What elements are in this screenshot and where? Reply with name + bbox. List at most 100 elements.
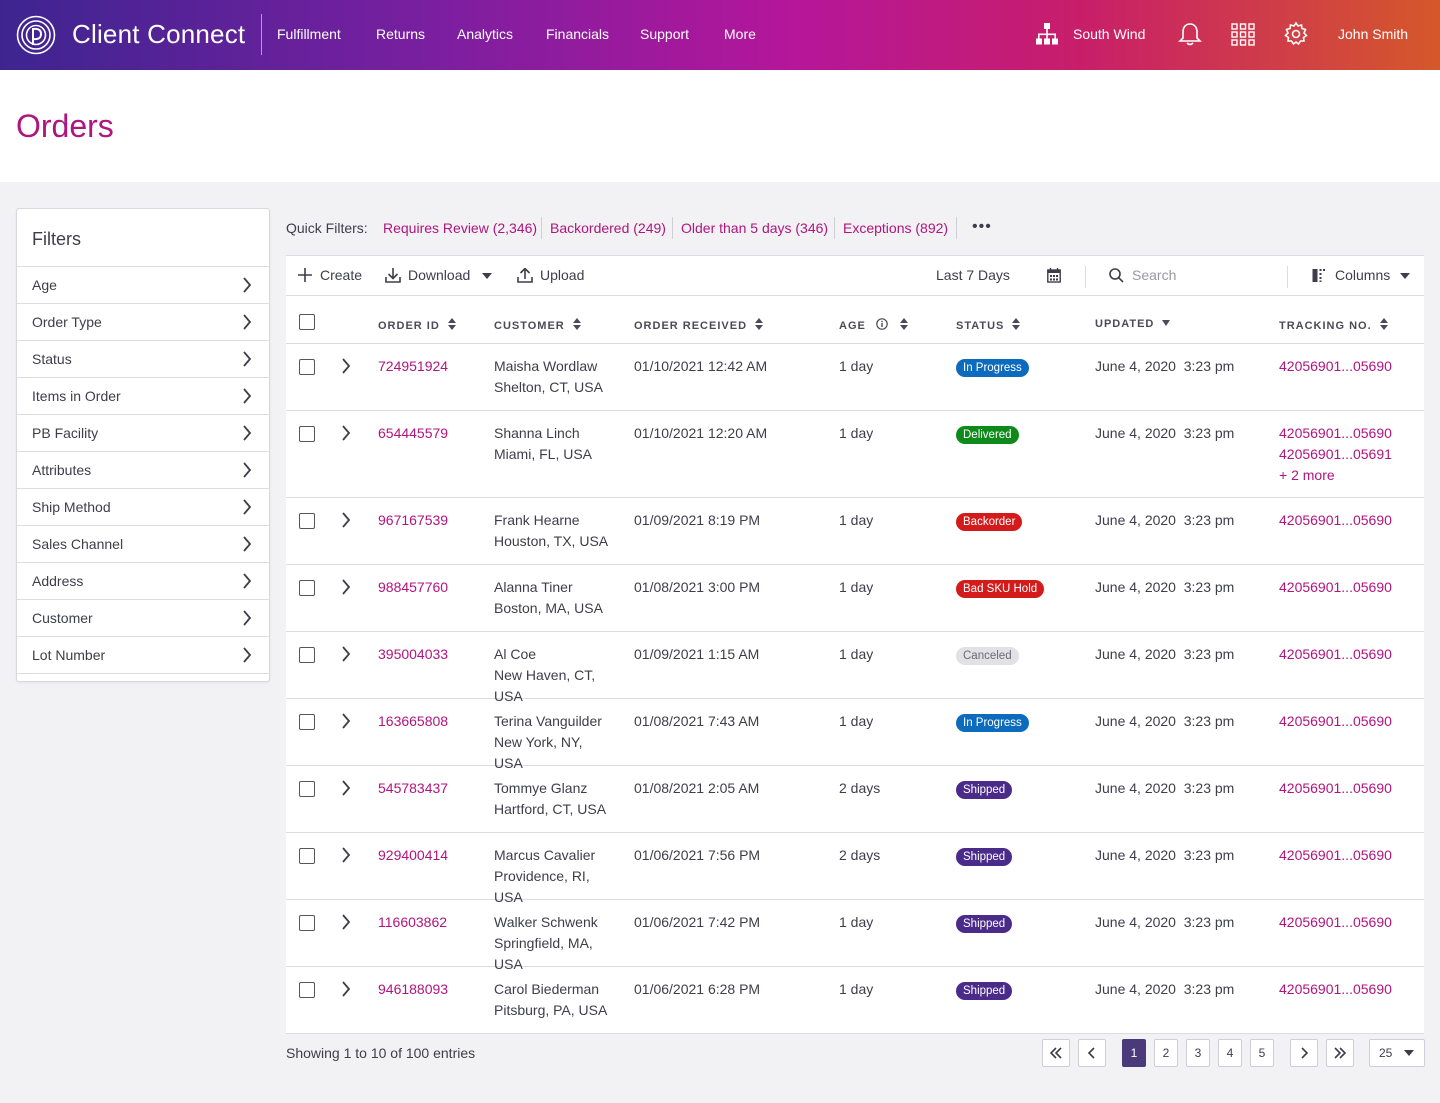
- table-row[interactable]: 724951924 Maisha Wordlaw Shelton, CT, USA 0…: [286, 344, 1424, 411]
- expand-row-chevron-icon[interactable]: [340, 981, 352, 997]
- upload-button[interactable]: Upload: [517, 267, 584, 283]
- filter-item[interactable]: Address: [17, 562, 270, 599]
- table-row[interactable]: 988457760 Alanna Tiner Boston, MA, USA 01/0…: [286, 565, 1424, 632]
- page-number-button[interactable]: 1: [1122, 1039, 1146, 1067]
- tracking-number-link[interactable]: 42056901...05690: [1279, 644, 1392, 665]
- table-row[interactable]: 395004033 Al Coe New Haven, CT, USA 01/09/20…: [286, 632, 1424, 704]
- tracking-number-link[interactable]: 42056901...05690: [1279, 778, 1392, 799]
- date-range-picker[interactable]: Last 7 Days: [936, 267, 1061, 283]
- quick-filter-older-than-5-days[interactable]: Older than 5 days (346): [681, 220, 828, 236]
- user-name[interactable]: John Smith: [1338, 26, 1408, 42]
- table-row[interactable]: 654445579 Shanna Linch Miami, FL, USA 01/10…: [286, 411, 1424, 498]
- columns-button[interactable]: Columns: [1312, 267, 1410, 283]
- column-header-status[interactable]: STATUS: [956, 318, 1021, 332]
- row-checkbox[interactable]: [299, 513, 315, 529]
- expand-row-chevron-icon[interactable]: [340, 847, 352, 863]
- quick-filter-backordered[interactable]: Backordered (249): [550, 220, 666, 236]
- expand-row-chevron-icon[interactable]: [340, 780, 352, 796]
- nav-analytics[interactable]: Analytics: [457, 26, 513, 42]
- column-header-order-id[interactable]: ORDER ID: [378, 318, 456, 332]
- last-page-button[interactable]: [1326, 1039, 1354, 1067]
- app-brand-name[interactable]: Client Connect: [72, 19, 245, 50]
- expand-row-chevron-icon[interactable]: [340, 512, 352, 528]
- next-page-button[interactable]: [1290, 1039, 1318, 1067]
- expand-row-chevron-icon[interactable]: [340, 914, 352, 930]
- previous-page-button[interactable]: [1078, 1039, 1106, 1067]
- quick-filter-requires-review[interactable]: Requires Review (2,346): [383, 220, 537, 236]
- column-header-tracking-no[interactable]: TRACKING NO.: [1279, 318, 1388, 332]
- quick-filter-exceptions[interactable]: Exceptions (892): [843, 220, 948, 236]
- order-id-link[interactable]: 116603862: [378, 912, 447, 933]
- row-checkbox[interactable]: [299, 647, 315, 663]
- row-checkbox[interactable]: [299, 714, 315, 730]
- nav-more[interactable]: More: [724, 26, 756, 42]
- info-icon[interactable]: [876, 318, 888, 330]
- column-header-order-received[interactable]: ORDER RECEIVED: [634, 318, 764, 332]
- filter-item[interactable]: Age: [17, 266, 270, 303]
- table-row[interactable]: 116603862 Walker Schwenk Springfield, MA, U…: [286, 900, 1424, 972]
- order-id-link[interactable]: 724951924: [378, 356, 448, 377]
- filter-item[interactable]: Order Type: [17, 303, 270, 340]
- order-id-link[interactable]: 654445579: [378, 423, 448, 444]
- filter-item[interactable]: Status: [17, 340, 270, 377]
- page-number-button[interactable]: 2: [1154, 1039, 1178, 1067]
- expand-row-chevron-icon[interactable]: [340, 579, 352, 595]
- order-id-link[interactable]: 946188093: [378, 979, 448, 1000]
- row-checkbox[interactable]: [299, 982, 315, 998]
- filter-item[interactable]: Sales Channel: [17, 525, 270, 562]
- row-checkbox[interactable]: [299, 781, 315, 797]
- tracking-number-link[interactable]: 42056901...05690: [1279, 979, 1392, 1000]
- row-checkbox[interactable]: [299, 580, 315, 596]
- page-number-button[interactable]: 5: [1250, 1039, 1274, 1067]
- row-checkbox[interactable]: [299, 359, 315, 375]
- page-number-button[interactable]: 4: [1218, 1039, 1242, 1067]
- settings-gear-icon[interactable]: [1283, 20, 1309, 48]
- row-checkbox[interactable]: [299, 426, 315, 442]
- filter-item[interactable]: Lot Number: [17, 636, 270, 673]
- tracking-number-link[interactable]: 42056901...05690: [1279, 510, 1392, 531]
- tracking-number-link[interactable]: 42056901...05690: [1279, 423, 1392, 444]
- brand-logo-icon[interactable]: [16, 15, 56, 55]
- column-header-updated[interactable]: UPDATED: [1095, 318, 1171, 330]
- rows-per-page-select[interactable]: 25: [1369, 1039, 1425, 1067]
- filter-item[interactable]: Items in Order: [17, 377, 270, 414]
- nav-returns[interactable]: Returns: [376, 26, 425, 42]
- download-button[interactable]: Download: [385, 267, 492, 283]
- tracking-number-link[interactable]: 42056901...05690: [1279, 711, 1392, 732]
- table-row[interactable]: 929400414 Marcus Cavalier Providence, RI, U…: [286, 833, 1424, 905]
- search-input[interactable]: Search: [1109, 267, 1279, 283]
- filter-item[interactable]: Attributes: [17, 451, 270, 488]
- table-row[interactable]: 946188093 Carol Biederman Pitsburg, PA, US…: [286, 967, 1424, 1034]
- first-page-button[interactable]: [1042, 1039, 1070, 1067]
- filter-item[interactable]: PB Facility: [17, 414, 270, 451]
- row-checkbox[interactable]: [299, 915, 315, 931]
- nav-fulfillment[interactable]: Fulfillment: [277, 26, 341, 42]
- nav-financials[interactable]: Financials: [546, 26, 609, 42]
- expand-row-chevron-icon[interactable]: [340, 713, 352, 729]
- order-id-link[interactable]: 545783437: [378, 778, 448, 799]
- quick-filters-more-button[interactable]: •••: [972, 218, 992, 236]
- tracking-number-link[interactable]: 42056901...05690: [1279, 845, 1392, 866]
- create-button[interactable]: Create: [298, 267, 362, 283]
- order-id-link[interactable]: 395004033: [378, 644, 448, 665]
- more-tracking-link[interactable]: + 2 more: [1279, 465, 1392, 486]
- expand-row-chevron-icon[interactable]: [340, 425, 352, 441]
- row-checkbox[interactable]: [299, 848, 315, 864]
- order-id-link[interactable]: 967167539: [378, 510, 448, 531]
- expand-row-chevron-icon[interactable]: [340, 358, 352, 374]
- org-name[interactable]: South Wind: [1073, 26, 1145, 42]
- nav-support[interactable]: Support: [640, 26, 689, 42]
- table-row[interactable]: 967167539 Frank Hearne Houston, TX, USA 01/…: [286, 498, 1424, 565]
- tracking-number-link[interactable]: 42056901...05690: [1279, 577, 1392, 598]
- table-row[interactable]: 545783437 Tommye Glanz Hartford, CT, USA 01…: [286, 766, 1424, 833]
- tracking-number-link[interactable]: 42056901...05690: [1279, 356, 1392, 377]
- column-header-customer[interactable]: CUSTOMER: [494, 318, 581, 332]
- notifications-bell-icon[interactable]: [1177, 20, 1203, 48]
- filter-item[interactable]: Ship Method: [17, 488, 270, 525]
- column-header-age[interactable]: AGE: [839, 318, 908, 332]
- tracking-number-link[interactable]: 42056901...05691: [1279, 444, 1392, 465]
- app-grid-icon[interactable]: [1230, 20, 1256, 48]
- order-id-link[interactable]: 929400414: [378, 845, 448, 866]
- page-number-button[interactable]: 3: [1186, 1039, 1210, 1067]
- table-row[interactable]: 163665808 Terina Vanguilder New York, NY, U…: [286, 699, 1424, 771]
